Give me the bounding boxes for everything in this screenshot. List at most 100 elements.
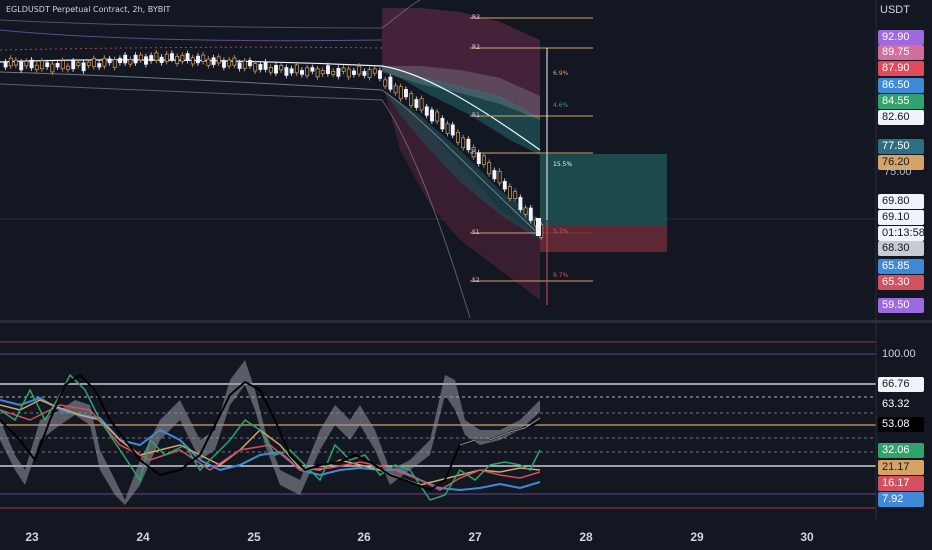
- time-axis-label: 23: [25, 530, 39, 544]
- price-tag: 89.75: [878, 45, 924, 60]
- symbol-title[interactable]: EGLDUSDT Perpetual Contract, 2h, BYBIT: [6, 5, 170, 14]
- pivot-label: P: [472, 149, 476, 156]
- candle-body: [310, 67, 315, 72]
- candle-body: [326, 65, 330, 74]
- candle-body: [518, 197, 523, 211]
- price-tag: 69.10: [878, 210, 924, 225]
- candle-body: [357, 65, 362, 75]
- candle-body: [279, 64, 284, 71]
- candle-body: [180, 54, 185, 62]
- candle-body: [222, 60, 226, 68]
- candle-body: [50, 63, 55, 73]
- pivot-label: R3: [472, 14, 480, 21]
- pivot-label: S2: [472, 277, 480, 284]
- price-tag: 92.90: [878, 30, 924, 45]
- candle-body: [497, 170, 502, 184]
- price-axis-tick: 75.00: [884, 166, 912, 178]
- candle-body: [419, 98, 424, 111]
- candle-body: [66, 65, 70, 70]
- candle-body: [450, 124, 455, 136]
- candle-body: [258, 64, 263, 70]
- candle-body: [97, 63, 102, 68]
- price-tag: 01:13:58: [878, 226, 925, 241]
- oscillator-tag: 100.00: [882, 348, 916, 360]
- time-axis-label: 27: [468, 530, 482, 544]
- candle-body: [414, 99, 419, 108]
- candle-body: [274, 65, 278, 74]
- candle-body: [175, 56, 180, 64]
- candle-body: [445, 123, 450, 134]
- chart-canvas[interactable]: [0, 0, 932, 550]
- candle-body: [76, 62, 81, 66]
- candle-body: [378, 70, 382, 79]
- candle-body: [138, 54, 143, 61]
- candle-body: [528, 207, 533, 221]
- candle-body: [305, 67, 310, 77]
- candle-body: [81, 62, 86, 72]
- candle-body: [185, 53, 190, 61]
- candle-body: [440, 117, 445, 130]
- candle-body: [92, 58, 96, 67]
- pane-separator[interactable]: [0, 320, 932, 323]
- candle-body: [367, 69, 372, 78]
- candle-body: [346, 68, 351, 78]
- candle-body: [60, 60, 65, 70]
- chart-area[interactable]: EGLDUSDT Perpetual Contract, 2h, BYBIT U…: [0, 0, 932, 550]
- oscillator-tag: 66.76: [878, 377, 924, 392]
- candle-body: [268, 67, 273, 73]
- price-tag: 77.50: [878, 139, 924, 154]
- time-axis-label: 24: [136, 530, 150, 544]
- candle-body: [393, 85, 398, 94]
- candle-body: [253, 63, 258, 72]
- candle-body: [201, 54, 206, 62]
- oscillator-pane[interactable]: [0, 341, 876, 509]
- candle-body: [144, 56, 148, 65]
- candle-body: [159, 56, 164, 63]
- percent-label: 5.7%: [553, 228, 569, 235]
- candle-body: [284, 67, 289, 76]
- candle-body: [383, 79, 388, 87]
- candle-body: [352, 70, 356, 75]
- time-axis-label: 30: [800, 530, 814, 544]
- percent-label: 4.6%: [553, 102, 569, 109]
- candle-body: [29, 59, 34, 69]
- candle-body: [320, 70, 325, 75]
- candle-body: [19, 61, 24, 71]
- time-axis-label: 26: [357, 530, 371, 544]
- candle-body: [372, 68, 377, 74]
- candle-body: [523, 207, 528, 215]
- time-axis-label: 28: [579, 530, 593, 544]
- candle-body: [487, 162, 492, 175]
- time-axis-label: 29: [690, 530, 704, 544]
- candle-body: [315, 68, 320, 78]
- candle-body: [133, 54, 138, 64]
- price-pane[interactable]: [0, 0, 876, 319]
- percent-label: 15.5%: [553, 161, 573, 168]
- candle-body: [461, 137, 466, 149]
- candle-body: [102, 57, 107, 67]
- candle-body: [409, 93, 414, 106]
- candle-body: [227, 59, 232, 67]
- candle-body: [216, 56, 221, 64]
- candle-body: [331, 70, 336, 75]
- candle-body: [149, 55, 154, 62]
- price-tag: 87.90: [878, 61, 924, 76]
- oscillator-tag: 21.17: [878, 460, 924, 475]
- candle-body: [118, 58, 122, 64]
- candle-body: [300, 70, 304, 75]
- candle-body: [398, 86, 403, 100]
- candle-body: [248, 60, 252, 67]
- candle-body: [154, 52, 159, 61]
- candle-body: [336, 68, 341, 77]
- candle-body: [456, 131, 460, 143]
- band-line-upper-2: [0, 46, 383, 51]
- candle-body: [388, 76, 393, 90]
- oscillator-tag: 7.92: [878, 492, 924, 507]
- price-tag: 82.60: [878, 110, 924, 125]
- candle-body: [242, 60, 247, 69]
- candle-body: [45, 62, 50, 68]
- candle-body: [404, 89, 408, 98]
- candle-body: [466, 138, 471, 151]
- percent-label: 9.7%: [553, 272, 569, 279]
- price-tag: 65.30: [878, 275, 924, 290]
